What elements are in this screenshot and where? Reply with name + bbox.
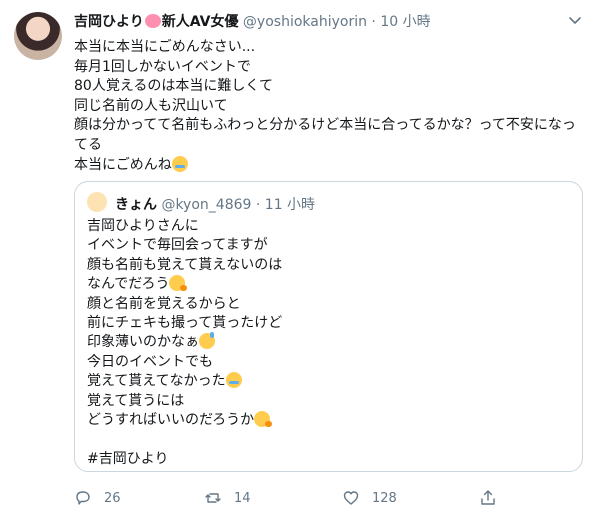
reply-icon bbox=[76, 491, 90, 505]
quoted-handle[interactable]: @kyon_4869 bbox=[161, 197, 251, 213]
share-button[interactable] bbox=[479, 487, 497, 509]
like-count: 128 bbox=[372, 490, 397, 506]
retweet-icon bbox=[205, 493, 221, 503]
quoted-display-name[interactable]: きょん bbox=[115, 197, 157, 213]
tweet[interactable]: 吉岡ひより 新人AV女優 @yoshiokahiyorin · 10 小時 本当に… bbox=[0, 0, 601, 518]
crying-emoji bbox=[225, 372, 242, 389]
avatar[interactable] bbox=[14, 12, 62, 60]
tweet-line: てる bbox=[74, 136, 102, 153]
sweat-emoji bbox=[199, 332, 215, 350]
crying-emoji bbox=[171, 155, 188, 172]
tweet-text: 本当に本当にごめんなさい... 毎月1回しかないイベントで 80人覚えるのは本当… bbox=[74, 38, 584, 175]
thinking-emoji bbox=[254, 411, 273, 428]
quoted-line: 吉岡ひよりさんに bbox=[87, 218, 199, 234]
display-name[interactable]: 吉岡ひより bbox=[74, 14, 144, 30]
quoted-line-think: なんでだろう bbox=[87, 275, 567, 294]
thinking-emoji bbox=[169, 275, 188, 292]
quoted-line-blank bbox=[87, 430, 567, 449]
tweet-line: 本当にごめんね bbox=[74, 156, 172, 173]
quoted-tweet[interactable]: きょん @kyon_4869 · 11 小時 吉岡ひよりさんに イベントで毎回会… bbox=[74, 181, 583, 472]
hashtag-link[interactable]: #吉岡ひより bbox=[87, 450, 567, 469]
tweet-line-last: 本当にごめんね bbox=[74, 155, 584, 176]
quoted-line: 前にチェキも撮って貰ったけど bbox=[87, 315, 283, 332]
share-icon bbox=[481, 490, 495, 505]
quoted-line: 顔と名前を覚えるからと bbox=[87, 295, 241, 312]
quoted-line: 覚えて貰うには bbox=[87, 392, 185, 409]
quoted-line: 今日のイベントでも bbox=[87, 353, 213, 370]
tweet-header: 吉岡ひより 新人AV女優 @yoshiokahiyorin · 10 小時 bbox=[74, 11, 583, 33]
quoted-line-think: どうすればいいのだろうか bbox=[87, 411, 567, 430]
quoted-line: 覚えて貰えてなかった bbox=[87, 373, 226, 390]
quoted-text: 吉岡ひよりさんに イベントで毎回会ってますが 顔も名前も覚えて貰えないのは なん… bbox=[87, 217, 567, 469]
timestamp[interactable]: 10 小時 bbox=[380, 14, 430, 30]
quoted-line: 顔も名前も覚えて貰えないのは bbox=[87, 256, 283, 273]
quoted-avatar[interactable] bbox=[87, 192, 107, 212]
tweet-line: 本当に本当にごめんなさい... bbox=[74, 39, 256, 55]
quoted-line: どうすればいいのだろうか bbox=[87, 412, 255, 429]
separator: · bbox=[371, 14, 376, 30]
quoted-line-cry: 覚えて貰えてなかった bbox=[87, 372, 567, 391]
pig-emoji bbox=[144, 14, 161, 28]
quoted-header: きょん @kyon_4869 · 11 小時 bbox=[115, 194, 315, 214]
like-button[interactable]: 128 bbox=[342, 487, 397, 509]
separator: · bbox=[255, 197, 261, 213]
retweet-count: 14 bbox=[234, 490, 251, 506]
tweet-line: 80人覚えるのは本当に難しくて bbox=[74, 78, 273, 95]
heart-icon bbox=[343, 491, 359, 505]
handle[interactable]: @yoshiokahiyorin bbox=[243, 14, 367, 30]
quoted-timestamp[interactable]: 11 小時 bbox=[265, 197, 315, 213]
quoted-line: イベントで毎回会ってますが bbox=[87, 237, 268, 254]
tweet-line: 同じ名前の人も沢山いて bbox=[74, 97, 228, 114]
tweet-line: 顔は分かってて名前もふわっと分かるけど本当に合ってるかな？って不安になっ bbox=[74, 117, 576, 134]
tweet-actions: 26 14 128 bbox=[74, 487, 584, 509]
chevron-down-icon[interactable] bbox=[567, 12, 583, 28]
tweet-line: 毎月1回しかないイベントで bbox=[74, 58, 251, 75]
reply-count: 26 bbox=[104, 490, 121, 506]
reply-button[interactable]: 26 bbox=[74, 487, 121, 509]
quoted-line: なんでだろう bbox=[87, 276, 170, 293]
retweet-button[interactable]: 14 bbox=[204, 487, 251, 509]
display-name-suffix[interactable]: 新人AV女優 bbox=[162, 14, 239, 30]
quoted-line: 印象薄いのかなぁ bbox=[87, 334, 199, 351]
quoted-line-sweat: 印象薄いのかなぁ bbox=[87, 332, 567, 352]
